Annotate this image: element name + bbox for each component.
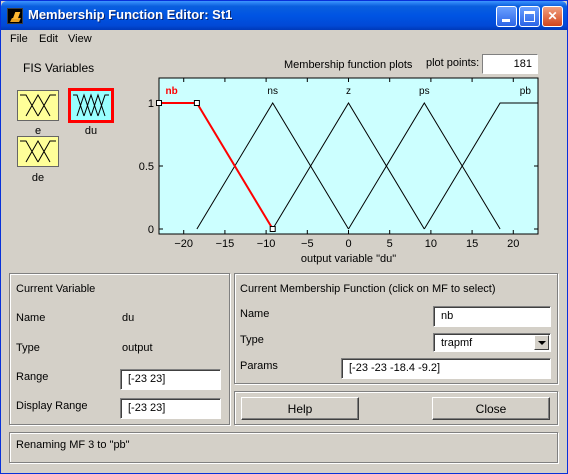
var-type-label: Type [16, 342, 40, 354]
current-variable-header: Current Variable [16, 283, 96, 295]
params-label: Params [240, 360, 278, 372]
current-mf-header: Current Membership Function (click on MF… [240, 283, 496, 295]
membership-function-editor-window: Membership Function Editor: St1 ✕ File E… [0, 0, 568, 474]
var-name-value: du [122, 312, 135, 324]
display-range-label: Display Range [16, 400, 88, 412]
help-button[interactable]: Help [241, 397, 359, 420]
x-tick-label: 15 [466, 238, 478, 250]
mf-control-point[interactable] [156, 100, 162, 106]
y-tick-label: 0.5 [139, 161, 154, 173]
x-axis-label: output variable "du" [301, 253, 396, 265]
chevron-down-icon[interactable] [534, 335, 549, 350]
mf-type-selected-value: trapmf [441, 337, 473, 349]
mf-label-ns[interactable]: ns [267, 86, 278, 97]
y-tick-label: 0 [148, 224, 154, 236]
mf-label-nb[interactable]: nb [166, 86, 178, 97]
plot-axes-background [158, 77, 539, 235]
membership-function-plot[interactable]: −20 −15 −10 −5 0 5 10 15 20 0 0.5 1 output variable … [1, 1, 567, 273]
x-tick-label: −20 [174, 238, 193, 250]
y-tick-label: 1 [148, 98, 154, 110]
display-range-input[interactable]: [-23 23] [120, 398, 221, 419]
close-button[interactable]: Close [432, 397, 550, 420]
x-tick-label: 10 [425, 238, 437, 250]
range-label: Range [16, 371, 49, 383]
var-type-value: output [122, 342, 153, 354]
x-tick-label: −5 [301, 238, 314, 250]
mf-control-point[interactable] [193, 100, 200, 106]
mf-type-select[interactable]: trapmf [433, 333, 551, 352]
mf-name-label: Name [240, 308, 270, 320]
range-input[interactable]: [-23 23] [120, 369, 221, 390]
status-text: Renaming MF 3 to "pb" [16, 439, 130, 451]
mf-control-point[interactable] [269, 226, 276, 232]
x-tick-label: −10 [257, 238, 276, 250]
mf-label-pb[interactable]: pb [520, 86, 532, 97]
params-input[interactable]: [-23 -23 -18.4 -9.2] [341, 358, 551, 379]
x-tick-label: 0 [345, 238, 351, 250]
mf-type-label: Type [240, 334, 264, 346]
x-tick-label: 20 [507, 238, 519, 250]
mf-label-ps[interactable]: ps [419, 86, 430, 97]
x-tick-label: 5 [387, 238, 393, 250]
x-tick-label: −15 [216, 238, 235, 250]
var-name-label: Name [16, 312, 46, 324]
mf-name-input[interactable]: nb [433, 306, 551, 327]
mf-label-z[interactable]: z [346, 86, 351, 97]
